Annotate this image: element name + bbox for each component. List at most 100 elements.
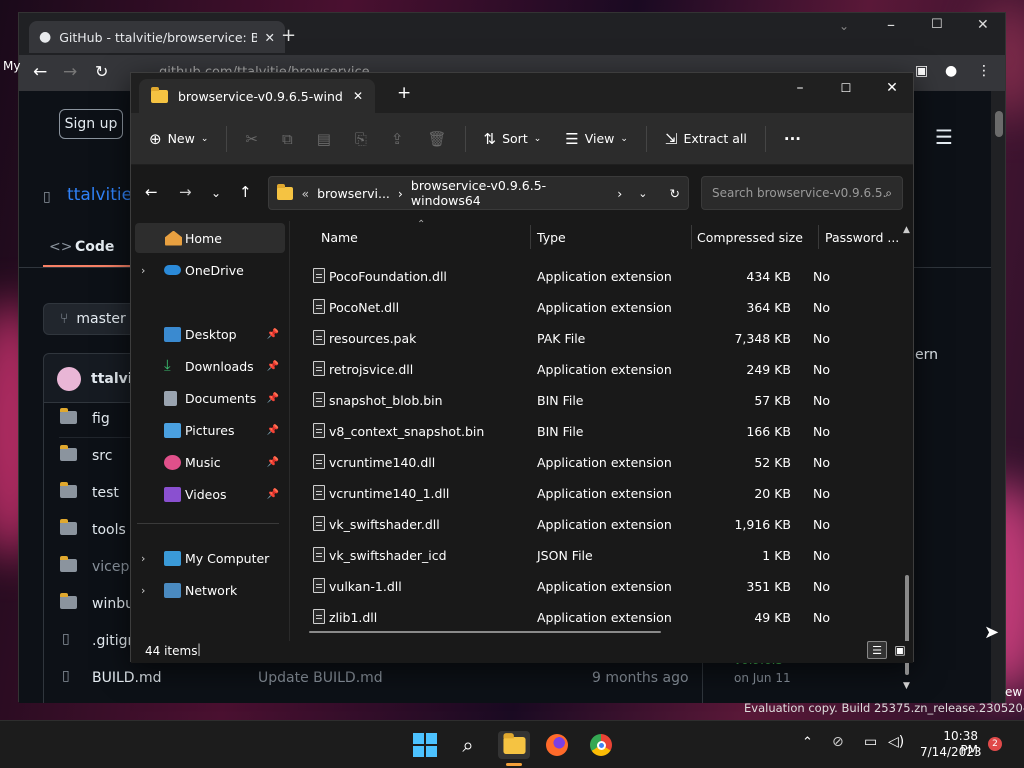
chevron-right-icon[interactable]: ›: [141, 552, 145, 565]
sidebar-item-music[interactable]: Music 📌: [131, 447, 287, 477]
minimize-button[interactable]: –: [887, 15, 895, 34]
file-row[interactable]: retrojsvice.dll Application extension 249 …: [301, 354, 891, 385]
file-row[interactable]: PocoNet.dll Application extension 364 KB No: [301, 292, 891, 323]
breadcrumb-item[interactable]: browservice-v0.9.6.5-windows64: [411, 178, 609, 208]
forward-icon[interactable]: →: [179, 183, 192, 201]
file-list-item[interactable]: fig: [92, 411, 110, 427]
vertical-scrollbar[interactable]: ▲ ▼: [903, 225, 913, 691]
sidebar-icon[interactable]: ▣: [915, 63, 928, 79]
pin-icon[interactable]: 📌: [267, 425, 279, 436]
close-tab-icon[interactable]: ✕: [353, 89, 363, 103]
up-icon[interactable]: ↑: [239, 183, 252, 201]
file-row[interactable]: vulkan-1.dll Application extension 351 KB N…: [301, 571, 891, 602]
file-list-item[interactable]: winbu: [92, 596, 134, 612]
sidebar-item-downloads[interactable]: ⤓ Downloads 📌: [131, 351, 287, 381]
sidebar-item-home[interactable]: Home: [135, 223, 285, 253]
new-button[interactable]: ⊕ New ⌄: [139, 122, 218, 156]
back-icon[interactable]: ←: [145, 183, 158, 201]
minimize-button[interactable]: –: [777, 73, 823, 103]
recent-locations-icon[interactable]: ⌄: [211, 186, 221, 200]
pin-icon[interactable]: 📌: [267, 329, 279, 340]
sidebar-item-documents[interactable]: Documents 📌: [131, 383, 287, 413]
paste-button[interactable]: ▤: [307, 122, 341, 156]
chevron-right-icon[interactable]: ›: [141, 264, 145, 277]
reload-icon[interactable]: ↻: [95, 62, 108, 81]
view-button[interactable]: ☰ View ⌄: [555, 122, 638, 156]
scrollbar-thumb[interactable]: [995, 111, 1003, 137]
branch-selector[interactable]: ⑂ master: [43, 303, 143, 335]
sidebar-item-pictures[interactable]: Pictures 📌: [131, 415, 287, 445]
page-scrollbar[interactable]: [993, 95, 1005, 703]
hamburger-icon[interactable]: ☰: [935, 125, 953, 149]
file-list-item[interactable]: src: [92, 448, 112, 464]
breadcrumb-item[interactable]: browservi...: [317, 186, 390, 201]
file-row[interactable]: zlib1.dll Application extension 49 KB No: [301, 602, 891, 633]
repo-owner-link[interactable]: ttalvitie: [67, 185, 132, 205]
volume-icon[interactable]: ◁): [888, 734, 904, 750]
network-off-icon[interactable]: ⊘: [832, 734, 844, 750]
column-divider[interactable]: [818, 225, 819, 249]
column-header-size[interactable]: Compressed size: [697, 230, 803, 245]
delete-button[interactable]: 🗑: [417, 122, 456, 156]
file-row[interactable]: v8_context_snapshot.bin BIN File 166 KB No: [301, 416, 891, 447]
display-icon[interactable]: ▭: [864, 734, 877, 750]
maximize-button[interactable]: ☐: [931, 17, 943, 32]
pin-icon[interactable]: 📌: [267, 393, 279, 404]
chevron-right-icon[interactable]: ›: [141, 584, 145, 597]
column-divider[interactable]: [691, 225, 692, 249]
chevron-right-icon[interactable]: ›: [617, 186, 622, 201]
address-dropdown-icon[interactable]: ⌄: [638, 187, 647, 200]
profile-icon[interactable]: ●: [945, 63, 957, 79]
sidebar-item-network[interactable]: › Network: [131, 575, 287, 605]
copy-button[interactable]: ⧉: [272, 122, 303, 156]
pin-icon[interactable]: 📌: [267, 457, 279, 468]
new-tab-button[interactable]: +: [397, 83, 411, 103]
details-view-icon[interactable]: ☰: [867, 641, 887, 659]
clock-date[interactable]: 7/14/2023: [920, 745, 982, 759]
sidebar-item-videos[interactable]: Videos 📌: [131, 479, 287, 509]
commit-message[interactable]: Update BUILD.md: [258, 670, 383, 686]
tiles-view-icon[interactable]: ▣: [891, 641, 909, 659]
column-divider[interactable]: [530, 225, 531, 249]
file-list-item[interactable]: test: [92, 485, 119, 501]
scroll-up-icon[interactable]: ▲: [903, 225, 910, 235]
start-button[interactable]: [411, 731, 439, 759]
file-row[interactable]: vcruntime140_1.dll Application extension 2…: [301, 478, 891, 509]
column-header-name[interactable]: Name: [321, 230, 358, 245]
file-list-item[interactable]: BUILD.md: [92, 670, 162, 686]
sidebar-item-desktop[interactable]: Desktop 📌: [131, 319, 287, 349]
scroll-down-icon[interactable]: ▼: [903, 681, 910, 691]
maximize-button[interactable]: ☐: [823, 73, 869, 103]
forward-icon[interactable]: →: [63, 62, 77, 82]
sidebar-item-my-computer[interactable]: › My Computer: [131, 543, 287, 573]
file-explorer-taskbar-button[interactable]: [498, 731, 530, 759]
close-button[interactable]: ✕: [869, 73, 915, 103]
pane-splitter[interactable]: [289, 221, 290, 641]
search-box[interactable]: Search browservice-v0.9.6.5... ⌕: [701, 176, 903, 210]
new-tab-button[interactable]: +: [281, 25, 296, 46]
overflow-icon[interactable]: «: [301, 186, 309, 201]
more-options-button[interactable]: ···: [774, 122, 811, 156]
sign-up-button[interactable]: Sign up: [59, 109, 123, 139]
pin-icon[interactable]: 📌: [267, 361, 279, 372]
file-list-item[interactable]: tools: [92, 522, 126, 538]
cut-button[interactable]: ✂: [235, 122, 268, 156]
file-row[interactable]: snapshot_blob.bin BIN File 57 KB No: [301, 385, 891, 416]
pin-icon[interactable]: 📌: [267, 489, 279, 500]
chrome-taskbar-button[interactable]: [587, 731, 615, 759]
code-tab[interactable]: Code: [75, 239, 114, 255]
column-header-password[interactable]: Password ...: [825, 230, 899, 245]
chevron-up-icon[interactable]: ⌃: [802, 735, 813, 750]
rename-button[interactable]: ⎘: [345, 122, 377, 156]
file-row[interactable]: vcruntime140.dll Application extension 52 …: [301, 447, 891, 478]
file-row[interactable]: resources.pak PAK File 7,348 KB No: [301, 323, 891, 354]
browser-tab[interactable]: ● GitHub - ttalvitie/browservice: Br ✕: [29, 21, 285, 53]
sort-button[interactable]: ⇅ Sort ⌄: [474, 122, 552, 156]
column-header-type[interactable]: Type: [537, 230, 566, 245]
close-tab-icon[interactable]: ✕: [265, 30, 275, 45]
menu-icon[interactable]: ⋮: [977, 63, 991, 79]
search-icon[interactable]: ⌕: [454, 731, 482, 759]
back-icon[interactable]: ←: [33, 62, 47, 82]
file-row[interactable]: vk_swiftshader.dll Application extension 1…: [301, 509, 891, 540]
close-button[interactable]: ✕: [977, 17, 989, 33]
